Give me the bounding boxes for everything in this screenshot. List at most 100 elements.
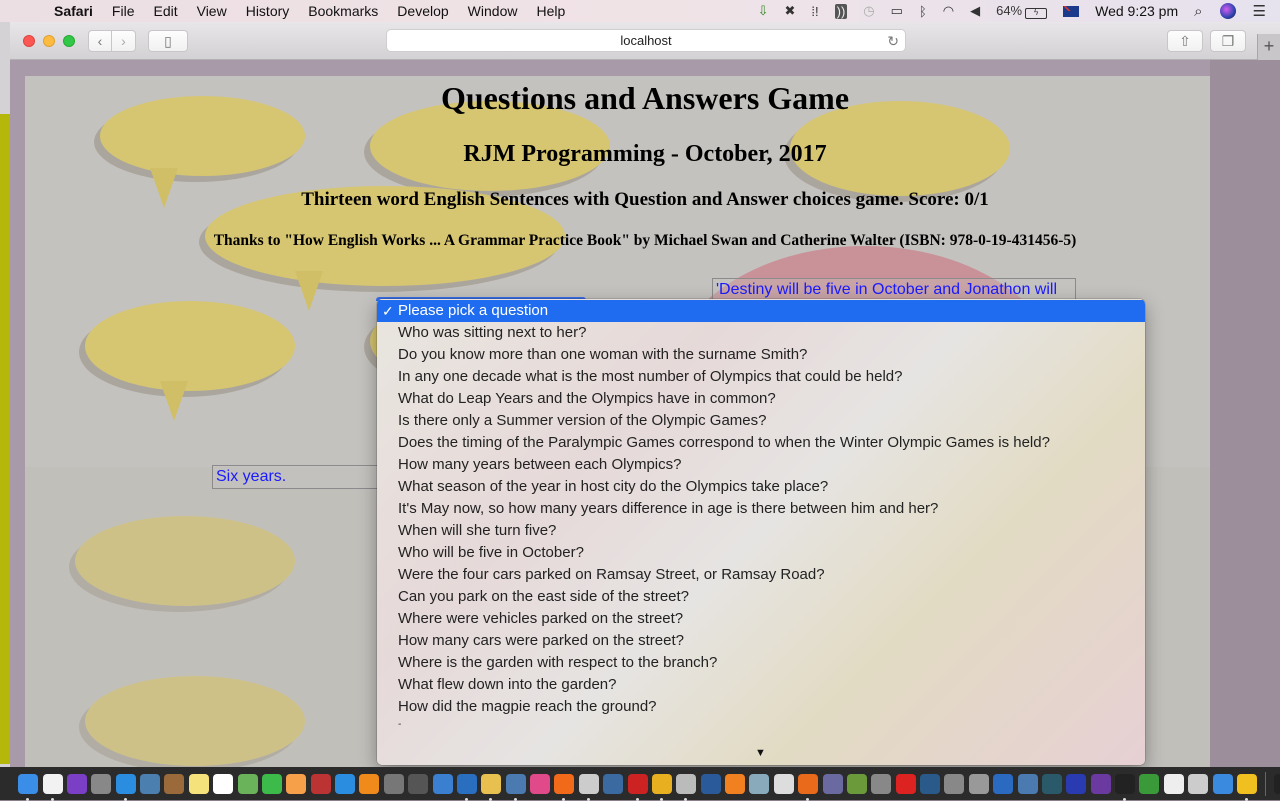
dock-drop-icon[interactable] — [1163, 773, 1184, 794]
new-tab-button[interactable]: + — [1257, 34, 1280, 60]
dock-preview-icon[interactable] — [140, 773, 161, 794]
notification-center-icon[interactable]: ☰ — [1253, 2, 1266, 20]
dropdown-option[interactable]: It's May now, so how many years differen… — [377, 498, 1145, 520]
dock-launchpad-icon[interactable] — [91, 773, 112, 794]
menu-app-name[interactable]: Safari — [54, 3, 93, 19]
dock-itunes-icon[interactable] — [530, 773, 551, 794]
dock-contacts-icon[interactable] — [164, 773, 185, 794]
dropdown-option[interactable]: How many years between each Olympics? — [377, 454, 1145, 476]
menu-help[interactable]: Help — [536, 3, 565, 19]
scroll-down-arrow-icon[interactable]: ▼ — [755, 747, 766, 759]
dock-keychain-icon[interactable] — [1236, 773, 1257, 801]
minimize-window-button[interactable] — [43, 35, 55, 47]
dropdown-option[interactable]: What season of the year in host city do … — [377, 476, 1145, 498]
dropdown-option[interactable]: What do Leap Years and the Olympics have… — [377, 388, 1145, 410]
dock-desktop-icon[interactable] — [1274, 773, 1280, 794]
dock-virtualbox-icon[interactable] — [920, 773, 941, 794]
dropdown-option[interactable]: Where were vehicles parked on the street… — [377, 608, 1145, 630]
dock-textedit-icon[interactable] — [42, 773, 63, 801]
dock-wordservice-icon[interactable] — [456, 773, 477, 801]
menu-history[interactable]: History — [246, 3, 290, 19]
clock[interactable]: Wed 9:23 pm — [1095, 3, 1178, 19]
dock-opera-icon[interactable] — [895, 773, 916, 794]
close-window-button[interactable] — [23, 35, 35, 47]
back-button[interactable]: ‹ — [88, 30, 112, 52]
dock-chrome-icon[interactable] — [651, 773, 672, 801]
dock-xcode-icon[interactable] — [432, 773, 453, 794]
dropdown-option[interactable]: When will she turn five? — [377, 520, 1145, 542]
dock-visual-studio-code-icon[interactable] — [993, 773, 1014, 794]
flag-icon[interactable] — [1063, 5, 1080, 17]
dropdown-option[interactable]: Who will be five in October? — [377, 542, 1145, 564]
dock-ibooks-icon[interactable] — [359, 773, 380, 794]
dropdown-option[interactable]: Is there only a Summer version of the Ol… — [377, 410, 1145, 432]
menu-view[interactable]: View — [197, 3, 227, 19]
dock-screen-sharing-icon[interactable] — [603, 773, 624, 794]
dock-simulator-icon[interactable] — [1212, 773, 1233, 794]
dock-photos-library-icon[interactable] — [1017, 773, 1038, 794]
forward-button[interactable]: › — [112, 30, 136, 52]
menu-bookmarks[interactable]: Bookmarks — [308, 3, 378, 19]
siri-icon[interactable] — [1219, 3, 1236, 19]
dock-siri-icon[interactable] — [66, 773, 87, 794]
dock-bird-icon[interactable] — [1066, 773, 1087, 794]
dock-facetime-icon[interactable] — [261, 773, 282, 794]
dropdown-option[interactable]: Who was sitting next to her? — [377, 322, 1145, 344]
dock-firefox-icon[interactable] — [798, 773, 819, 801]
show-tabs-button[interactable]: ❐ — [1210, 30, 1246, 52]
sound-icon[interactable]: )) — [834, 3, 848, 19]
dropdown-option[interactable]: What flew down into the garden? — [377, 674, 1145, 696]
dock-filezilla-icon[interactable] — [627, 773, 648, 801]
reload-icon[interactable]: ↻ — [887, 30, 899, 52]
dock-vlc-icon[interactable] — [725, 773, 746, 794]
bluetooth-icon[interactable]: ᛒ — [919, 4, 927, 19]
share-button[interactable]: ⇧ — [1167, 30, 1203, 52]
dropdown-option[interactable]: Do you know more than one woman with the… — [377, 344, 1145, 366]
dropdown-option[interactable]: How did the magpie reach the ground? — [377, 696, 1145, 718]
menu-file[interactable]: File — [112, 3, 135, 19]
zoom-window-button[interactable] — [63, 35, 75, 47]
dock-maps-icon[interactable] — [237, 773, 258, 794]
battery-status[interactable]: 64% ϟ — [996, 3, 1048, 19]
dock-photos-icon[interactable] — [286, 773, 307, 794]
spotlight-icon[interactable]: ⌕ — [1194, 3, 1202, 20]
dock-help-icon[interactable] — [871, 773, 892, 794]
dock-help-2-icon[interactable] — [944, 773, 965, 794]
avast-icon[interactable]: ✖ — [784, 3, 795, 19]
dropdown-option[interactable]: How many cars were parked on the street? — [377, 630, 1145, 652]
menu-develop[interactable]: Develop — [397, 3, 448, 19]
address-bar[interactable]: localhost ↻ — [386, 29, 906, 52]
wifi-icon[interactable]: ◠ — [943, 3, 954, 19]
dock-keychain-access-icon[interactable] — [968, 773, 989, 794]
dock-notes-icon[interactable] — [188, 773, 209, 794]
dropdown-option[interactable]: Can you park on the east side of the str… — [377, 586, 1145, 608]
dropdown-option[interactable]: Where is the garden with respect to the … — [377, 652, 1145, 674]
dropdown-option[interactable]: Were the four cars parked on Ramsay Stre… — [377, 564, 1145, 586]
dock-paintbrush-icon[interactable] — [481, 773, 502, 801]
dock-android-studio-icon[interactable] — [846, 773, 867, 794]
question-dropdown-menu[interactable]: ✓ Please pick a question Who was sitting… — [377, 299, 1145, 765]
dock-clipboard-icon[interactable] — [578, 773, 599, 801]
dock-github-icon[interactable] — [1090, 773, 1111, 794]
dock-safari-icon[interactable] — [115, 773, 136, 801]
dock-quicktime-icon[interactable] — [700, 773, 721, 794]
grid-icon[interactable]: ⁞! — [811, 4, 818, 19]
dock-app-store-icon[interactable] — [335, 773, 356, 794]
dock-marbles-icon[interactable] — [1139, 773, 1160, 794]
dock-finder-icon[interactable] — [18, 773, 39, 801]
dock-mind-map-icon[interactable] — [676, 773, 697, 801]
volume-icon[interactable]: ◀ — [970, 3, 980, 19]
download-icon[interactable]: ⇩ — [758, 3, 769, 19]
sidebar-button[interactable]: ▯ — [148, 30, 188, 52]
dock-terminal-icon[interactable] — [1115, 773, 1136, 801]
menu-edit[interactable]: Edit — [153, 3, 177, 19]
time-machine-icon[interactable]: ◷ — [863, 3, 874, 19]
dock-photo-booth-icon[interactable] — [310, 773, 331, 794]
dock-calendar-icon[interactable] — [213, 773, 234, 794]
dropdown-option[interactable]: In any one decade what is the most numbe… — [377, 366, 1145, 388]
airplay-icon[interactable]: ▭ — [891, 3, 903, 19]
dock-sketchup-icon[interactable] — [749, 773, 770, 794]
dock-system-preferences-icon[interactable] — [383, 773, 404, 794]
dropdown-option-selected[interactable]: ✓ Please pick a question — [377, 300, 1145, 322]
dock-php-icon[interactable] — [822, 773, 843, 794]
